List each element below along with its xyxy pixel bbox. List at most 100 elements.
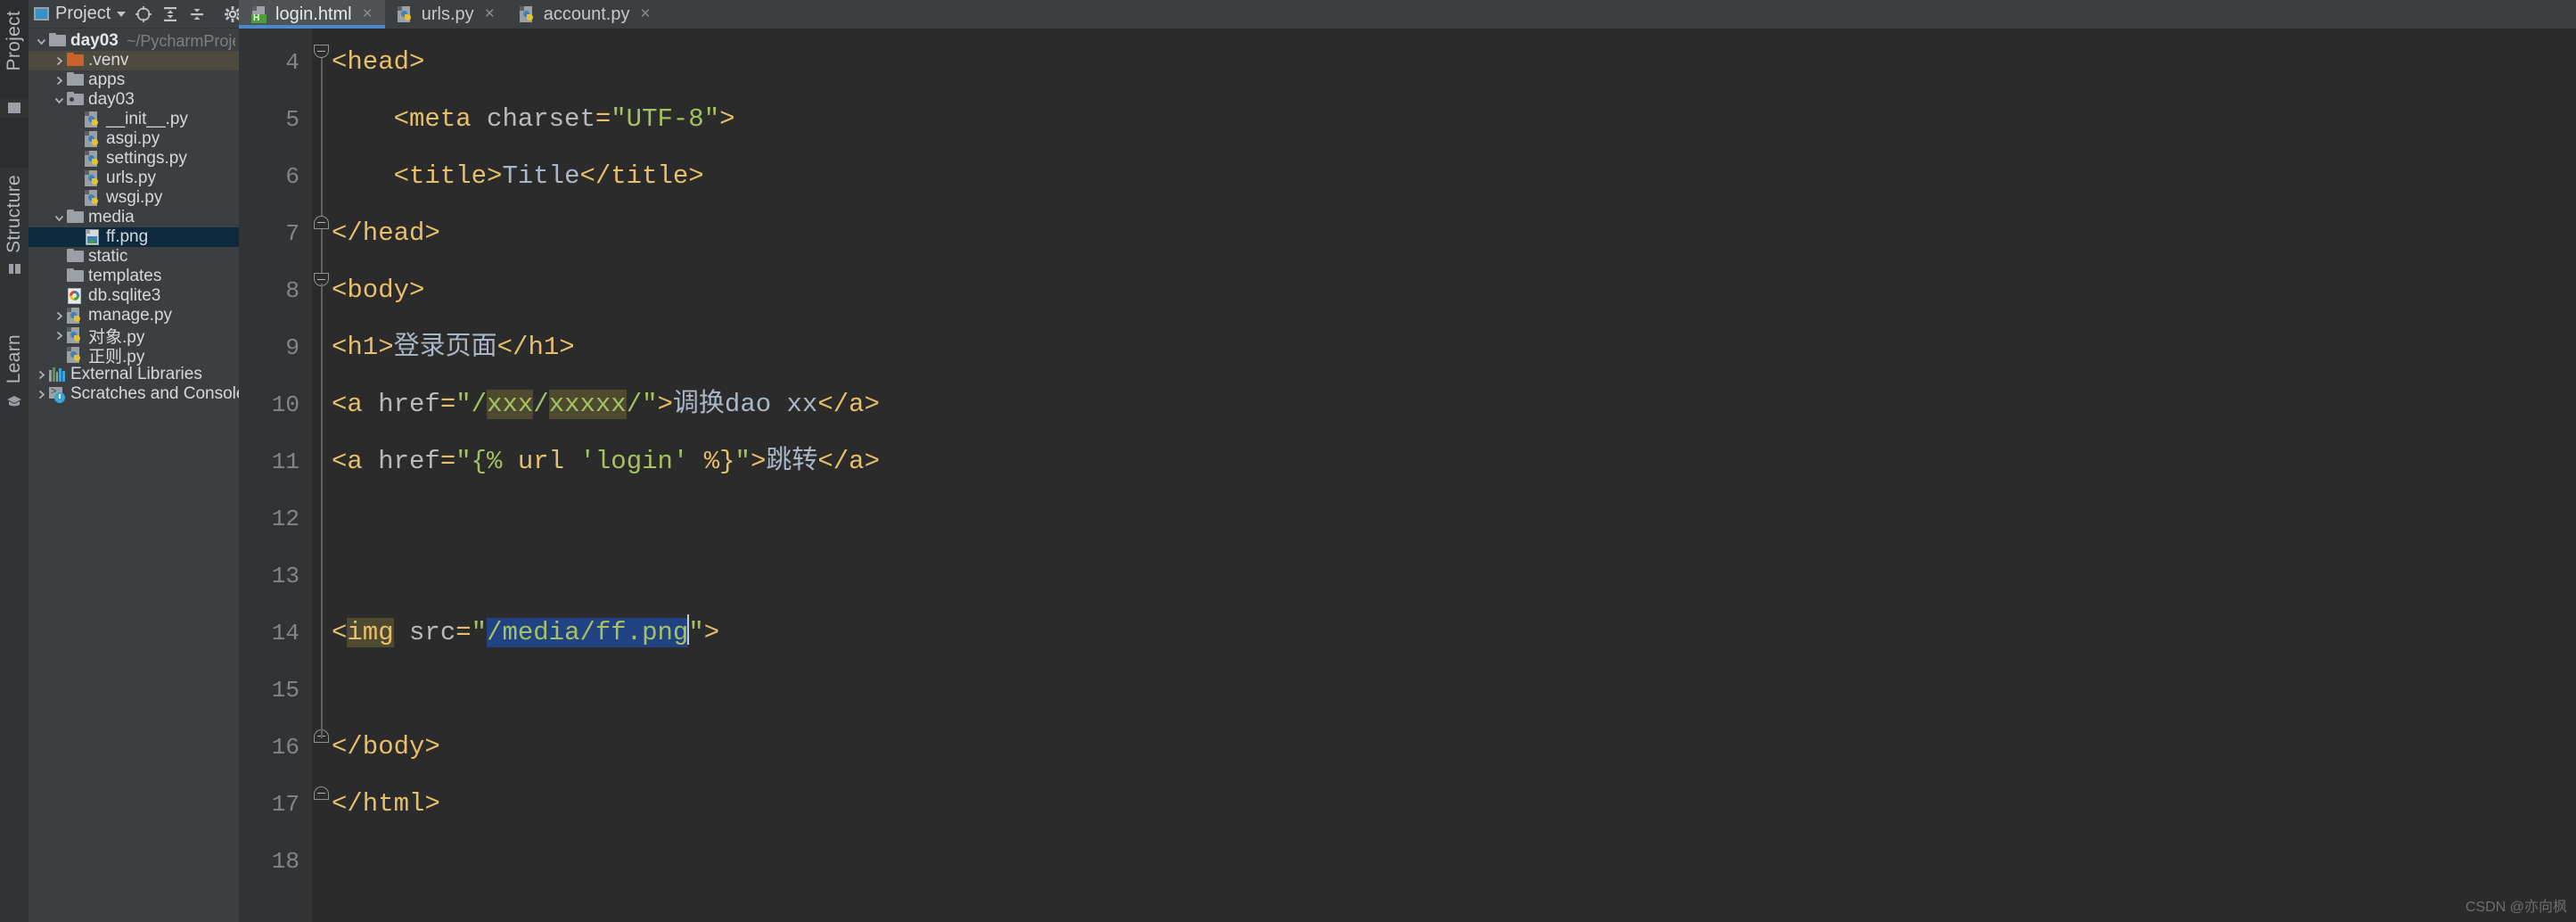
project-window-icon bbox=[8, 103, 21, 113]
chevron-down-icon[interactable] bbox=[117, 11, 127, 17]
tree-item-static[interactable]: static bbox=[29, 247, 239, 267]
tree-item-icon bbox=[49, 366, 66, 383]
editor-body[interactable]: 4 5 6 7 8 9 10 11 12 13 14 15 16 17 18 <head> <meta ch… bbox=[239, 29, 2576, 922]
project-selector[interactable]: Project bbox=[34, 4, 127, 24]
line-number: 17 bbox=[271, 791, 299, 818]
structure-strip-label: Structure bbox=[4, 175, 24, 253]
tree-item-正则-py[interactable]: 正则.py bbox=[29, 345, 239, 366]
project-strip-icon-area bbox=[0, 98, 29, 118]
tree-item-media[interactable]: media bbox=[29, 208, 239, 227]
tree-item-settings-py[interactable]: settings.py bbox=[29, 149, 239, 169]
tree-item--venv[interactable]: .venv bbox=[29, 51, 239, 70]
tree-item-day03[interactable]: day03 bbox=[29, 90, 239, 110]
collapse-all-icon[interactable] bbox=[188, 5, 206, 23]
tree-item-templates[interactable]: templates bbox=[29, 267, 239, 286]
project-tool-window: Project day03~/PycharmProjects/5x_.venva… bbox=[29, 0, 267, 922]
editor-tab-urls-py[interactable]: urls.py × bbox=[385, 0, 507, 29]
tab-label: urls.py bbox=[421, 4, 474, 24]
tool-button-learn[interactable]: Learn bbox=[4, 327, 25, 391]
tool-button-project[interactable]: Project bbox=[4, 4, 25, 78]
tree-item-label: asgi.py bbox=[106, 129, 160, 148]
project-tree[interactable]: day03~/PycharmProjects/5x_.venvappsday03… bbox=[29, 29, 239, 922]
tree-item-label: apps bbox=[88, 70, 126, 89]
tree-item-icon bbox=[85, 189, 102, 207]
close-icon[interactable]: × bbox=[363, 4, 373, 24]
chevron-right-icon[interactable] bbox=[52, 309, 67, 324]
line-number: 13 bbox=[271, 563, 299, 589]
tree-item-ff-png[interactable]: ff.png bbox=[29, 227, 239, 247]
tree-item-external-libraries[interactable]: External Libraries bbox=[29, 365, 239, 384]
tree-item-scratches-and-consoles[interactable]: >_ Scratches and Consoles bbox=[29, 384, 239, 404]
learn-strip-label: Learn bbox=[4, 333, 24, 384]
tree-item-urls-py[interactable]: urls.py bbox=[29, 169, 239, 188]
tree-item-icon bbox=[85, 111, 102, 128]
code-line-8: <body> bbox=[332, 276, 425, 305]
tree-item-wsgi-py[interactable]: wsgi.py bbox=[29, 188, 239, 208]
tree-item-icon bbox=[49, 33, 66, 50]
locate-icon[interactable] bbox=[135, 5, 152, 23]
tree-item-label: Scratches and Consoles bbox=[70, 384, 239, 403]
tree-item-apps[interactable]: apps bbox=[29, 70, 239, 90]
line-number: 15 bbox=[271, 677, 299, 704]
line-number: 7 bbox=[285, 220, 299, 247]
tree-item-icon bbox=[67, 53, 84, 70]
tree-item-db-sqlite3[interactable]: db.sqlite3 bbox=[29, 286, 239, 306]
tree-item-asgi-py[interactable]: asgi.py bbox=[29, 129, 239, 149]
line-number: 11 bbox=[271, 449, 299, 475]
chevron-down-icon[interactable] bbox=[52, 210, 67, 226]
editor-tab-login-html[interactable]: Hlogin.html × bbox=[239, 0, 385, 29]
chevron-down-icon[interactable] bbox=[34, 34, 49, 49]
tree-item-day03[interactable]: day03 ~/PycharmProjects/5x_ bbox=[29, 31, 239, 51]
tree-item-icon bbox=[67, 287, 84, 305]
project-strip-label: Project bbox=[4, 11, 24, 71]
strip-learn-section: Learn bbox=[0, 327, 29, 413]
code-folding-column[interactable] bbox=[312, 29, 332, 922]
chevron-right-icon[interactable] bbox=[34, 367, 49, 383]
expand-all-icon[interactable] bbox=[161, 5, 179, 23]
line-number: 8 bbox=[285, 277, 299, 304]
chevron-right-icon[interactable] bbox=[52, 328, 67, 343]
tree-item-__init__-py[interactable]: __init__.py bbox=[29, 110, 239, 129]
fold-region-line-body bbox=[321, 284, 323, 738]
project-toolbar-title: Project bbox=[55, 4, 111, 23]
tree-item-label: static bbox=[88, 247, 128, 266]
tree-item-icon bbox=[67, 307, 84, 325]
chevron-right-icon[interactable] bbox=[34, 387, 49, 402]
fold-marker-head-close[interactable] bbox=[314, 216, 330, 232]
pycharm-window: Project Structure Learn Project day03 ~/… bbox=[0, 0, 2576, 922]
tree-item-icon bbox=[67, 92, 84, 109]
tree-item-icon bbox=[85, 169, 102, 187]
editor-tab-bar: Hlogin.html × urls.py × account.py × bbox=[239, 0, 2576, 29]
editor-area: Hlogin.html × urls.py × account.py × 4 5 6 7 8 9 10… bbox=[239, 0, 2576, 922]
line-number: 4 bbox=[285, 49, 299, 76]
external-libraries-icon bbox=[49, 366, 65, 382]
editor-tab-account-py[interactable]: account.py × bbox=[507, 0, 663, 29]
chevron-right-icon[interactable] bbox=[52, 54, 67, 69]
chevron-down-icon[interactable] bbox=[52, 93, 67, 108]
line-number: 10 bbox=[271, 391, 299, 418]
tool-button-structure[interactable]: Structure bbox=[4, 168, 25, 260]
fold-marker-html-close[interactable] bbox=[314, 786, 330, 803]
line-number: 6 bbox=[285, 163, 299, 190]
code-content[interactable]: <head> <meta charset="UTF-8"> <title>Tit… bbox=[332, 29, 2576, 922]
chevron-right-icon[interactable] bbox=[52, 73, 67, 88]
fold-marker-head-open[interactable] bbox=[314, 45, 330, 61]
strip-structure-section: Structure bbox=[0, 168, 29, 274]
strip-divider bbox=[0, 118, 29, 168]
close-icon[interactable]: × bbox=[640, 4, 650, 24]
strip-project-section: Project bbox=[0, 0, 29, 98]
close-icon[interactable]: × bbox=[485, 4, 495, 24]
line-number: 18 bbox=[271, 848, 299, 875]
tree-item-label: .venv bbox=[88, 51, 129, 70]
code-line-17: </html> bbox=[332, 789, 440, 819]
code-line-14: <img src="/media/ff.png"> bbox=[332, 605, 2576, 662]
line-number: 9 bbox=[285, 334, 299, 361]
tree-item-icon bbox=[67, 210, 84, 226]
